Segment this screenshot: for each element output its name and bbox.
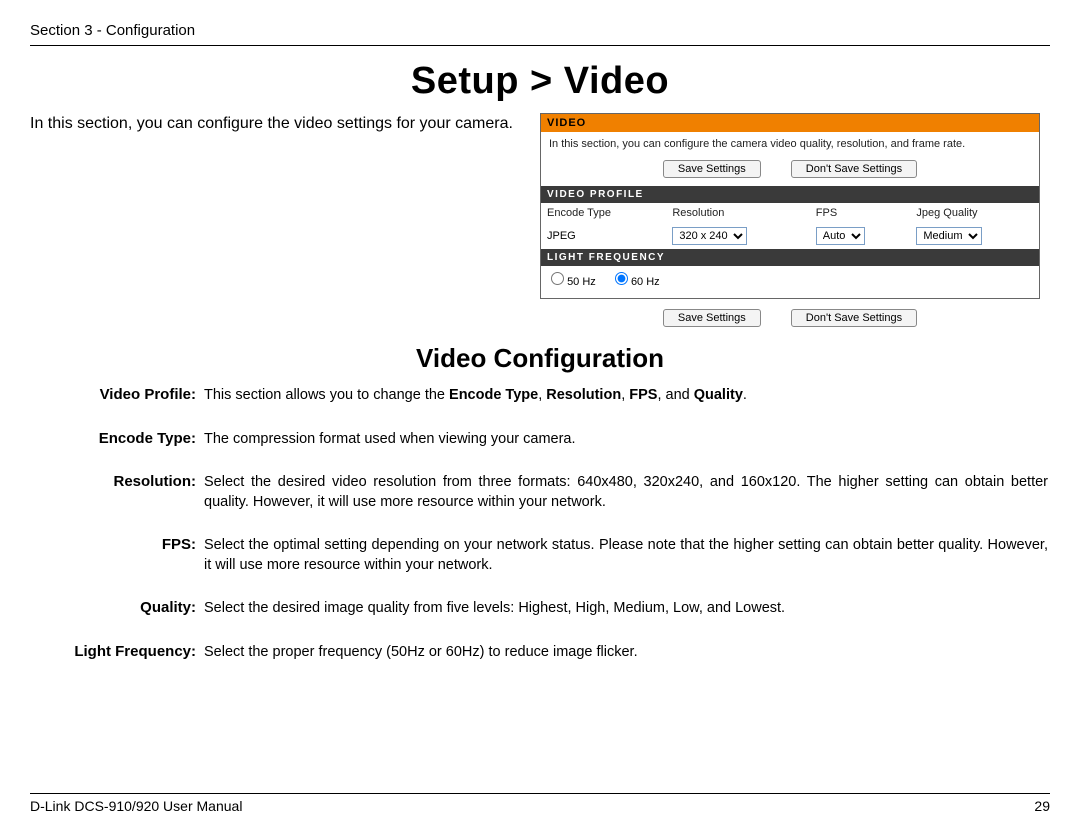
video-profile-label: Video Profile: xyxy=(32,386,202,428)
col-encode-type: Encode Type xyxy=(541,203,666,223)
dont-save-settings-button-2[interactable]: Don't Save Settings xyxy=(791,309,917,327)
video-profile-table: Encode Type Resolution FPS Jpeg Quality … xyxy=(541,203,1039,249)
save-settings-button[interactable]: Save Settings xyxy=(663,160,761,178)
profile-body-pre: This section allows you to change the xyxy=(204,387,449,403)
fps-body: Select the optimal setting depending on … xyxy=(204,536,1048,597)
save-settings-button-2[interactable]: Save Settings xyxy=(663,309,761,327)
quality-label: Quality: xyxy=(32,599,202,641)
freq-60-radio[interactable] xyxy=(615,272,628,285)
profile-b1: Encode Type xyxy=(449,387,538,403)
light-frequency-row: 50 Hz 60 Hz xyxy=(541,266,1039,298)
definitions-table: Video Profile: This section allows you t… xyxy=(30,384,1050,687)
quality-body: Select the desired image quality from fi… xyxy=(204,599,1048,641)
footer-manual: D-Link DCS-910/920 User Manual xyxy=(30,798,242,814)
bottom-rule xyxy=(30,793,1050,794)
profile-b2: Resolution xyxy=(546,387,621,403)
subtitle: Video Configuration xyxy=(30,343,1050,374)
content-row: In this section, you can configure the v… xyxy=(30,113,1050,327)
profile-b4: Quality xyxy=(694,387,743,403)
top-rule xyxy=(30,45,1050,46)
video-desc: In this section, you can configure the c… xyxy=(541,132,1039,156)
video-profile-body: This section allows you to change the En… xyxy=(204,386,1048,428)
ui-panel: VIDEO In this section, you can configure… xyxy=(540,113,1040,299)
fps-label: FPS: xyxy=(32,536,202,597)
encode-type-label: Encode Type: xyxy=(32,430,202,472)
encode-type-value: JPEG xyxy=(541,223,666,249)
footer: D-Link DCS-910/920 User Manual 29 xyxy=(30,793,1050,814)
footer-row: D-Link DCS-910/920 User Manual 29 xyxy=(30,798,1050,814)
col-jpeg-quality: Jpeg Quality xyxy=(910,203,1039,223)
resolution-select[interactable]: 320 x 240 xyxy=(672,227,747,245)
bottom-button-row: Save Settings Don't Save Settings xyxy=(540,309,1040,327)
light-frequency-label: Light Frequency: xyxy=(32,643,202,685)
freq-60-text: 60 Hz xyxy=(631,276,660,288)
video-profile-header: VIDEO PROFILE xyxy=(541,186,1039,203)
resolution-label: Resolution: xyxy=(32,473,202,534)
quality-select[interactable]: Medium xyxy=(916,227,982,245)
freq-50-label[interactable]: 50 Hz xyxy=(551,276,596,288)
col-resolution: Resolution xyxy=(666,203,809,223)
ui-column: VIDEO In this section, you can configure… xyxy=(540,113,1040,327)
freq-50-radio[interactable] xyxy=(551,272,564,285)
light-frequency-header: LIGHT FREQUENCY xyxy=(541,249,1039,266)
profile-data-row: JPEG 320 x 240 Auto Medium xyxy=(541,223,1039,249)
section-label: Section 3 - Configuration xyxy=(30,22,1050,39)
resolution-body: Select the desired video resolution from… xyxy=(204,473,1048,534)
footer-page: 29 xyxy=(1034,798,1050,814)
fps-select[interactable]: Auto xyxy=(816,227,865,245)
top-button-row: Save Settings Don't Save Settings xyxy=(541,156,1039,186)
encode-type-body: The compression format used when viewing… xyxy=(204,430,1048,472)
freq-60-label[interactable]: 60 Hz xyxy=(615,276,660,288)
profile-b3: FPS xyxy=(629,387,657,403)
profile-header-row: Encode Type Resolution FPS Jpeg Quality xyxy=(541,203,1039,223)
dont-save-settings-button[interactable]: Don't Save Settings xyxy=(791,160,917,178)
light-frequency-body: Select the proper frequency (50Hz or 60H… xyxy=(204,643,1048,685)
video-header: VIDEO xyxy=(541,114,1039,132)
intro-text: In this section, you can configure the v… xyxy=(30,113,520,135)
col-fps: FPS xyxy=(810,203,911,223)
page-title: Setup > Video xyxy=(30,60,1050,103)
freq-50-text: 50 Hz xyxy=(567,276,596,288)
